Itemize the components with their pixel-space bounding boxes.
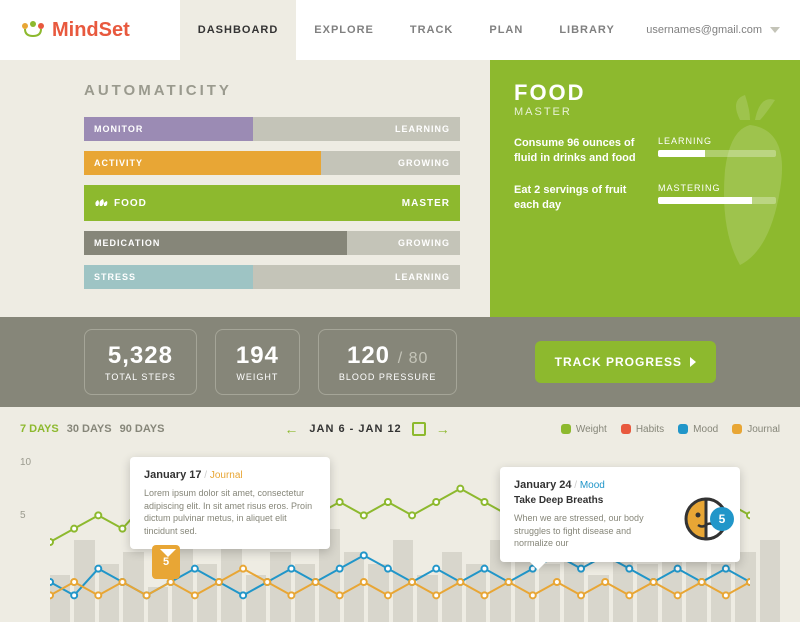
steps-label: TOTAL STEPS	[105, 372, 176, 382]
chart-bar	[564, 552, 584, 622]
logo[interactable]: MindSet	[20, 19, 130, 42]
main-content: AUTOMATICITY MONITORLEARNING ACTIVITYGROW…	[0, 60, 800, 317]
chart-bar	[99, 564, 119, 622]
chart-bar	[123, 552, 143, 622]
food-panel: FOOD MASTER Consume 96 ounces of fluid i…	[490, 60, 800, 317]
stat-bp: 120 / 80 BLOOD PRESSURE	[318, 329, 458, 395]
main-nav: DASHBOARD EXPLORE TRACK PLAN LIBRARY	[180, 0, 633, 60]
chart-bar	[417, 575, 437, 622]
range-7days[interactable]: 7 DAYS	[20, 423, 59, 435]
automaticity-row-food[interactable]: FOODMASTER	[84, 185, 460, 221]
mood-badge: 5	[710, 507, 734, 531]
bp-label: BLOOD PRESSURE	[339, 372, 437, 382]
chart-bar	[197, 564, 217, 622]
chart-bar	[270, 552, 290, 622]
food-subtitle: MASTER	[514, 106, 776, 118]
date-prev-button[interactable]: ←	[284, 421, 299, 437]
chevron-down-icon	[770, 27, 780, 33]
stat-weight: 194 WEIGHT	[215, 329, 300, 395]
weight-label: WEIGHT	[236, 372, 279, 382]
food-goal: Consume 96 ounces of fluid in drinks and…	[514, 136, 776, 167]
nav-track[interactable]: TRACK	[392, 0, 472, 60]
chart-bar	[662, 552, 682, 622]
legend-weight[interactable]: Weight	[561, 424, 607, 435]
tooltip-mood: January 24 / Mood Take Deep Breaths When…	[500, 467, 740, 562]
automaticity-row-stress[interactable]: STRESSLEARNING	[84, 265, 460, 289]
bp-value: 120 / 80	[339, 342, 437, 370]
header: MindSet DASHBOARD EXPLORE TRACK PLAN LIB…	[0, 0, 800, 60]
user-email: usernames@gmail.com	[646, 24, 762, 36]
chart-bar	[393, 540, 413, 622]
leaf-icon	[94, 198, 108, 208]
nav-library[interactable]: LIBRARY	[541, 0, 632, 60]
automaticity-row-medication[interactable]: MEDICATIONGROWING	[84, 231, 460, 255]
chart-bar	[74, 540, 94, 622]
steps-value: 5,328	[105, 342, 176, 370]
tooltip-journal: January 17 / Journal Lorem ipsum dolor s…	[130, 457, 330, 549]
calendar-icon[interactable]	[412, 422, 426, 436]
date-range-label: JAN 6 - JAN 12	[309, 423, 401, 435]
chart-bar	[344, 552, 364, 622]
automaticity-row-activity[interactable]: ACTIVITYGROWING	[84, 151, 460, 175]
chart-legend: Weight Habits Mood Journal	[561, 424, 780, 435]
chart-bar	[246, 575, 266, 622]
brand-name: MindSet	[52, 19, 130, 42]
chart-bar	[295, 564, 315, 622]
legend-habits[interactable]: Habits	[621, 424, 664, 435]
chart-bar	[711, 564, 731, 622]
range-selector: 7 DAYS 30 DAYS 90 DAYS	[20, 423, 164, 435]
progress-bar	[658, 197, 776, 204]
user-menu[interactable]: usernames@gmail.com	[646, 24, 780, 36]
automaticity-row-monitor[interactable]: MONITORLEARNING	[84, 117, 460, 141]
chart-controls: 7 DAYS 30 DAYS 90 DAYS ← JAN 6 - JAN 12 …	[0, 407, 800, 447]
chart-bar	[588, 575, 608, 622]
food-goal: Eat 2 servings of fruit each dayMASTERIN…	[514, 183, 776, 214]
progress-bar	[658, 150, 776, 157]
range-30days[interactable]: 30 DAYS	[67, 423, 112, 435]
chart-bar	[735, 552, 755, 622]
chart-bar	[148, 587, 168, 622]
track-progress-button[interactable]: TRACK PROGRESS	[535, 341, 716, 383]
range-90days[interactable]: 90 DAYS	[120, 423, 165, 435]
chart-area: 10 5 January 17 / Journal Lorem ipsum do…	[0, 447, 800, 622]
automaticity-panel: AUTOMATICITY MONITORLEARNING ACTIVITYGROW…	[0, 60, 490, 317]
logo-icon	[20, 20, 46, 40]
chart-bar	[466, 564, 486, 622]
chart-bar	[539, 564, 559, 622]
nav-plan[interactable]: PLAN	[471, 0, 541, 60]
nav-explore[interactable]: EXPLORE	[296, 0, 392, 60]
date-navigator: ← JAN 6 - JAN 12 →	[284, 421, 450, 437]
chart-bar	[442, 552, 462, 622]
journal-badge-icon: 5	[152, 545, 180, 579]
chart-bar	[368, 564, 388, 622]
date-next-button[interactable]: →	[436, 421, 451, 437]
stat-steps: 5,328 TOTAL STEPS	[84, 329, 197, 395]
legend-journal[interactable]: Journal	[732, 424, 780, 435]
legend-mood[interactable]: Mood	[678, 424, 718, 435]
chart-bar	[637, 564, 657, 622]
y-axis: 10 5	[20, 457, 31, 563]
chart-bar	[221, 540, 241, 622]
nav-dashboard[interactable]: DASHBOARD	[180, 0, 297, 60]
arrow-right-icon	[690, 357, 696, 367]
stats-bar: 5,328 TOTAL STEPS 194 WEIGHT 120 / 80 BL…	[0, 317, 800, 407]
weight-value: 194	[236, 342, 279, 370]
chart-bar	[760, 540, 780, 622]
chart-bar	[50, 575, 70, 622]
automaticity-title: AUTOMATICITY	[84, 82, 460, 99]
